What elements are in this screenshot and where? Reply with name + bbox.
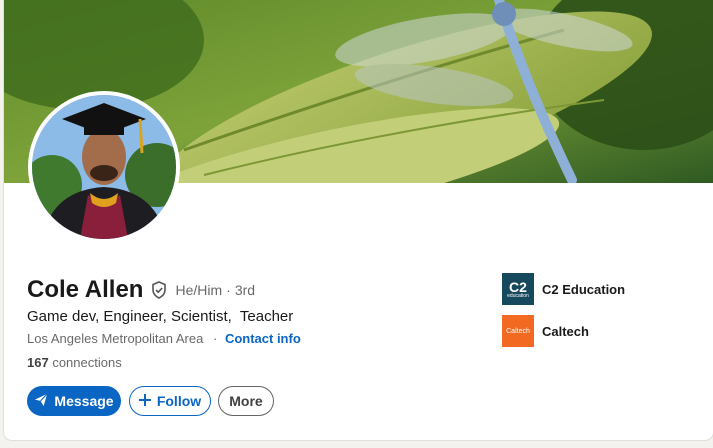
follow-button-label: Follow — [156, 393, 202, 409]
pronouns: He/Him — [175, 282, 223, 298]
follow-button[interactable]: Follow — [129, 386, 211, 416]
plus-icon — [138, 393, 151, 409]
connection-degree: 3rd — [234, 282, 256, 298]
connections-label: connections — [52, 355, 122, 370]
verified-shield-icon[interactable] — [149, 280, 169, 300]
org-item-c2-education[interactable]: C2 education C2 Education — [502, 273, 625, 305]
message-button-label: Message — [54, 393, 114, 409]
caltech-logo: Caltech — [502, 315, 534, 347]
profile-headline: Game dev, Engineer, Scientist, Teacher — [27, 308, 294, 325]
c2-education-logo: C2 education — [502, 273, 534, 305]
profile-name: Cole Allen — [27, 276, 144, 303]
profile-card: Cole Allen He/Him · 3rd Game dev, Engine… — [4, 0, 713, 440]
separator-dot: · — [212, 331, 218, 346]
more-button-label: More — [229, 393, 263, 409]
separator-dot: · — [226, 282, 231, 298]
connections-count[interactable]: 167 connections — [27, 355, 122, 370]
org-item-caltech[interactable]: Caltech Caltech — [502, 315, 589, 347]
location-text: Los Angeles Metropolitan Area — [27, 331, 204, 346]
message-button[interactable]: Message — [27, 386, 121, 416]
contact-info-link[interactable]: Contact info — [225, 331, 301, 346]
name-row: Cole Allen He/Him · 3rd — [27, 276, 255, 304]
profile-photo[interactable] — [28, 91, 180, 243]
connections-number: 167 — [27, 355, 49, 370]
more-button[interactable]: More — [218, 386, 274, 416]
location-row: Los Angeles Metropolitan Area · Contact … — [27, 331, 301, 346]
org-name: Caltech — [542, 323, 589, 339]
paper-plane-icon — [34, 393, 48, 410]
org-name: C2 Education — [542, 281, 626, 297]
